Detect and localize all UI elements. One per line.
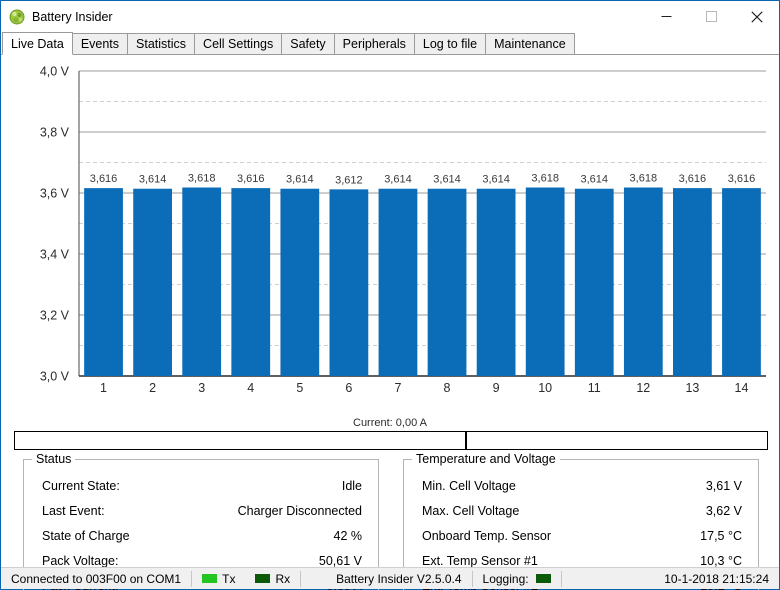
svg-text:10: 10 <box>538 381 552 395</box>
value-onboard-temp-sensor: 17,5 °C <box>700 528 742 543</box>
tx-indicator: Tx <box>192 568 245 590</box>
label-state-of-charge: State of Charge <box>42 528 130 543</box>
value-state-of-charge: 42 % <box>333 528 363 543</box>
tx-led-icon <box>202 574 218 583</box>
row-state-of-charge: State of Charge 42 % <box>42 523 362 548</box>
connection-status: Connected to 003F00 on COM1 <box>11 571 182 586</box>
logging-indicator: Logging: <box>473 568 561 590</box>
row-onboard-temp-sensor: Onboard Temp. Sensor 17,5 °C <box>422 523 742 548</box>
svg-text:13: 13 <box>685 381 699 395</box>
svg-text:11: 11 <box>588 381 601 395</box>
svg-text:2: 2 <box>149 381 156 395</box>
svg-text:3,4 V: 3,4 V <box>40 248 70 262</box>
label-pack-voltage: Pack Voltage: <box>42 553 119 568</box>
svg-text:3,614: 3,614 <box>580 174 608 186</box>
tab-statistics[interactable]: Statistics <box>127 33 196 55</box>
svg-text:3,612: 3,612 <box>335 174 363 186</box>
svg-text:3,614: 3,614 <box>384 174 412 186</box>
svg-text:4: 4 <box>247 381 254 395</box>
svg-text:3,616: 3,616 <box>679 173 707 185</box>
statusbar-separator-4 <box>560 570 562 587</box>
cell-voltage-chart: 4,0 V 3,8 V 3,6 V 3,4 V 3,2 V 3,0 V 3,616 1 3,61… <box>1 58 780 403</box>
window-controls <box>644 1 779 32</box>
svg-text:3,618: 3,618 <box>188 173 216 185</box>
svg-text:9: 9 <box>493 381 500 395</box>
value-ext-temp-sensor-1: 10,3 °C <box>700 553 742 568</box>
row-last-event: Last Event: Charger Disconnected <box>42 498 362 523</box>
tab-peripherals[interactable]: Peripherals <box>333 33 415 55</box>
svg-text:3,8 V: 3,8 V <box>40 126 70 140</box>
svg-text:3,616: 3,616 <box>90 173 118 185</box>
svg-text:3: 3 <box>198 381 205 395</box>
value-last-event: Charger Disconnected <box>237 503 362 518</box>
label-current-state: Current State: <box>42 478 120 493</box>
logging-label: Logging: <box>482 571 529 586</box>
datetime-display: 10-1-2018 21:15:24 <box>664 572 769 586</box>
svg-text:3,2 V: 3,2 V <box>40 309 70 323</box>
rx-indicator: Rx <box>245 568 300 590</box>
tab-live-data[interactable]: Live Data <box>2 32 73 55</box>
close-button[interactable] <box>734 1 779 32</box>
minimize-button[interactable] <box>644 1 689 32</box>
value-pack-voltage: 50,61 V <box>318 553 362 568</box>
label-min-cell-voltage: Min. Cell Voltage <box>422 478 516 493</box>
status-group-title: Status <box>32 452 76 466</box>
status-bar: Connected to 003F00 on COM1 Tx Rx Batter… <box>1 567 779 589</box>
live-data-panel: 4,0 V 3,8 V 3,6 V 3,4 V 3,2 V 3,0 V 3,616 1 3,61… <box>1 55 780 590</box>
label-max-cell-voltage: Max. Cell Voltage <box>422 503 520 518</box>
tx-label: Tx <box>222 571 236 586</box>
battery-globe-icon <box>9 9 25 25</box>
svg-text:3,614: 3,614 <box>139 174 167 186</box>
svg-text:7: 7 <box>394 381 401 395</box>
svg-text:3,6 V: 3,6 V <box>40 187 70 201</box>
current-meter-caption: Current: 0,00 A <box>353 417 427 429</box>
svg-text:3,616: 3,616 <box>237 173 265 185</box>
battery-insider-window: Battery Insider Live Data Events Statist… <box>0 0 780 590</box>
svg-text:12: 12 <box>636 381 650 395</box>
row-current-state: Current State: Idle <box>42 473 362 498</box>
title-bar: Battery Insider <box>1 1 779 32</box>
svg-text:1: 1 <box>100 381 107 395</box>
app-version: Battery Insider V2.5.0.4 <box>336 571 462 586</box>
svg-text:4,0 V: 4,0 V <box>40 65 70 79</box>
svg-text:5: 5 <box>296 381 303 395</box>
svg-text:3,616: 3,616 <box>728 173 756 185</box>
label-onboard-temp-sensor: Onboard Temp. Sensor <box>422 528 552 543</box>
svg-text:3,614: 3,614 <box>482 174 510 186</box>
svg-text:8: 8 <box>444 381 451 395</box>
svg-text:14: 14 <box>735 381 749 395</box>
row-max-cell-voltage: Max. Cell Voltage 3,62 V <box>422 498 742 523</box>
label-last-event: Last Event: <box>42 503 105 518</box>
value-min-cell-voltage: 3,61 V <box>705 478 742 493</box>
logging-led-icon <box>535 574 551 583</box>
current-meter-zero-divider <box>465 432 467 449</box>
tab-maintenance[interactable]: Maintenance <box>485 33 575 55</box>
rx-label: Rx <box>275 571 291 586</box>
tab-safety[interactable]: Safety <box>281 33 335 55</box>
current-meter-bar <box>14 431 768 450</box>
rx-led-icon <box>255 574 271 583</box>
svg-text:6: 6 <box>345 381 352 395</box>
maximize-button[interactable] <box>689 1 734 32</box>
value-max-cell-voltage: 3,62 V <box>705 503 742 518</box>
tab-log-to-file[interactable]: Log to file <box>413 33 487 55</box>
svg-text:3,618: 3,618 <box>531 173 559 185</box>
row-min-cell-voltage: Min. Cell Voltage 3,61 V <box>422 473 742 498</box>
tab-events[interactable]: Events <box>71 33 129 55</box>
label-ext-temp-sensor-1: Ext. Temp Sensor #1 <box>422 553 538 568</box>
tab-bar[interactable]: Live Data Events Statistics Cell Setting… <box>1 32 779 55</box>
window-title: Battery Insider <box>32 9 113 24</box>
svg-text:3,614: 3,614 <box>286 174 314 186</box>
temperature-group-title: Temperature and Voltage <box>412 452 560 466</box>
svg-text:3,618: 3,618 <box>630 173 658 185</box>
value-current-state: Idle <box>341 478 362 493</box>
svg-text:3,614: 3,614 <box>433 174 461 186</box>
svg-text:3,0 V: 3,0 V <box>40 370 70 384</box>
tab-cell-settings[interactable]: Cell Settings <box>194 33 283 55</box>
